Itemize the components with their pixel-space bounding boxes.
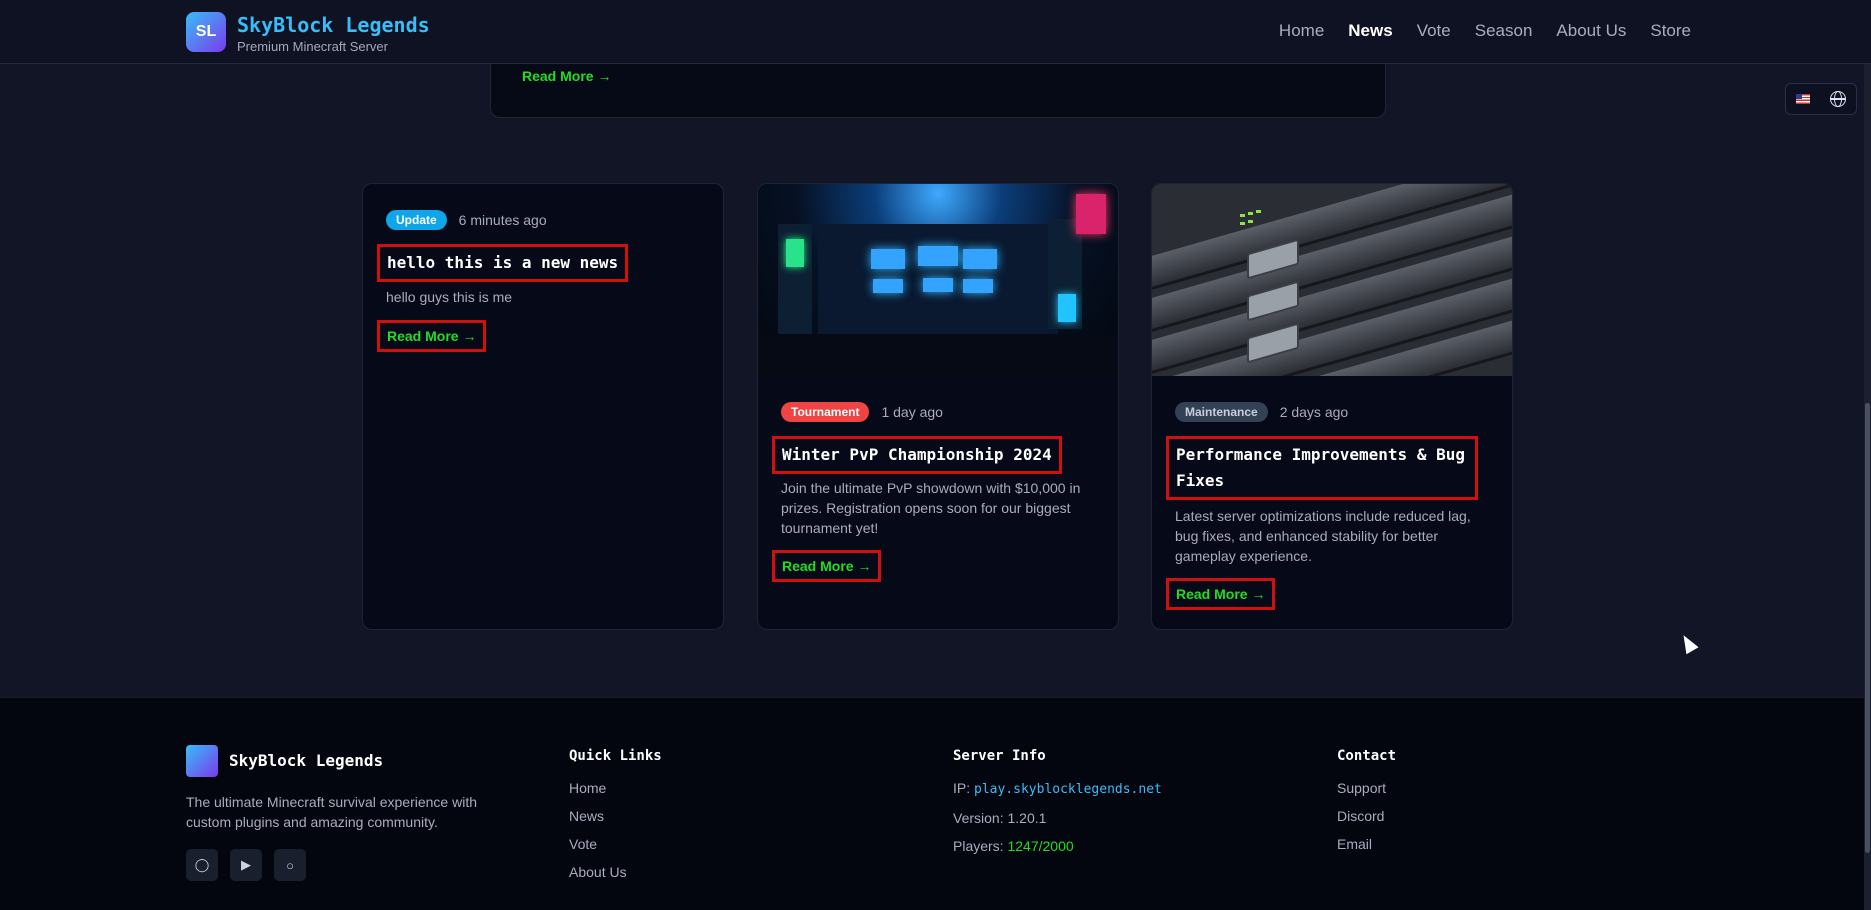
card-title[interactable]: hello this is a new news bbox=[377, 244, 629, 282]
scrollbar-thumb[interactable] bbox=[1865, 403, 1870, 853]
card-title[interactable]: Performance Improvements & Bug Fixes bbox=[1166, 436, 1478, 500]
footer-link-vote[interactable]: Vote bbox=[569, 835, 662, 853]
category-badge: Update bbox=[386, 210, 447, 230]
server-ip-label: IP: bbox=[953, 780, 971, 796]
footer-link-home[interactable]: Home bbox=[569, 779, 662, 797]
news-card-tournament: Tournament 1 day ago Winter PvP Champion… bbox=[757, 183, 1119, 630]
card-description: Join the ultimate PvP showdown with $10,… bbox=[781, 480, 1081, 536]
nav-news[interactable]: News bbox=[1348, 21, 1392, 41]
category-badge: Maintenance bbox=[1175, 402, 1268, 422]
nav-about-us[interactable]: About Us bbox=[1556, 21, 1626, 41]
youtube-icon[interactable]: ▶ bbox=[230, 849, 262, 881]
footer-link-news[interactable]: News bbox=[569, 807, 662, 825]
card-time: 2 days ago bbox=[1279, 404, 1349, 420]
footer-server-info: Server Info IP: play.skyblocklegends.net… bbox=[953, 748, 1162, 865]
quick-links-heading: Quick Links bbox=[569, 748, 662, 764]
flag-us-icon[interactable] bbox=[1796, 94, 1810, 104]
nav-home[interactable]: Home bbox=[1279, 21, 1324, 41]
main-nav: Home News Vote Season About Us Store bbox=[1279, 21, 1691, 41]
chat-icon[interactable]: ◯ bbox=[186, 849, 218, 881]
globe-icon[interactable] bbox=[1830, 91, 1846, 107]
logo-badge[interactable]: SL bbox=[186, 12, 226, 52]
server-rack-image bbox=[1152, 184, 1512, 376]
server-ip[interactable]: play.skyblocklegends.net bbox=[974, 782, 1162, 797]
card-title[interactable]: Winter PvP Championship 2024 bbox=[772, 436, 1062, 474]
brand-title[interactable]: SkyBlock Legends bbox=[237, 13, 430, 37]
card-time: 6 minutes ago bbox=[458, 212, 547, 228]
card-meta: Tournament 1 day ago bbox=[781, 402, 943, 422]
server-info-heading: Server Info bbox=[953, 748, 1046, 764]
read-more-link[interactable]: Read More → bbox=[772, 550, 882, 582]
github-icon[interactable]: ○ bbox=[274, 849, 306, 881]
read-more-link[interactable]: Read More → bbox=[1166, 578, 1276, 610]
featured-read-more-link[interactable]: Read More → bbox=[522, 68, 611, 84]
card-meta: Maintenance 2 days ago bbox=[1175, 402, 1348, 422]
footer-link-about-us[interactable]: About Us bbox=[569, 863, 662, 881]
nav-store[interactable]: Store bbox=[1650, 21, 1691, 41]
news-card-update: Update 6 minutes ago hello this is a new… bbox=[362, 183, 724, 630]
players-count: 1247/2000 bbox=[1007, 838, 1074, 854]
footer-logo bbox=[186, 745, 218, 777]
footer-about: The ultimate Minecraft survival experien… bbox=[186, 794, 478, 830]
locale-switcher bbox=[1785, 83, 1857, 115]
site-footer: SkyBlock Legends The ultimate Minecraft … bbox=[0, 697, 1864, 910]
nav-season[interactable]: Season bbox=[1475, 21, 1533, 41]
contact-discord[interactable]: Discord bbox=[1337, 807, 1396, 825]
social-links: ◯ ▶ ○ bbox=[186, 849, 306, 881]
category-badge: Tournament bbox=[781, 402, 870, 422]
server-players-row: Players: 1247/2000 bbox=[953, 837, 1162, 855]
contact-heading: Contact bbox=[1337, 748, 1397, 764]
card-meta: Update 6 minutes ago bbox=[386, 210, 547, 230]
brand-subtitle: Premium Minecraft Server bbox=[237, 39, 388, 54]
footer-brand: SkyBlock Legends bbox=[229, 751, 384, 770]
footer-contact: Contact Support Discord Email bbox=[1337, 748, 1396, 863]
card-description: Latest server optimizations include redu… bbox=[1175, 508, 1471, 564]
server-version: Version: 1.20.1 bbox=[953, 810, 1047, 826]
mouse-cursor-icon bbox=[1677, 631, 1699, 655]
contact-support[interactable]: Support bbox=[1337, 779, 1396, 797]
card-time: 1 day ago bbox=[881, 404, 943, 420]
footer-quick-links: Quick Links Home News Vote About Us bbox=[569, 748, 662, 891]
card-description: hello guys this is me bbox=[386, 289, 513, 305]
arcade-image bbox=[758, 184, 1118, 376]
site-header: SL SkyBlock Legends Premium Minecraft Se… bbox=[0, 0, 1871, 64]
read-more-link[interactable]: Read More → bbox=[377, 320, 487, 352]
players-label: Players: bbox=[953, 838, 1004, 854]
nav-vote[interactable]: Vote bbox=[1417, 21, 1451, 41]
contact-email[interactable]: Email bbox=[1337, 835, 1396, 853]
page-scrollbar[interactable] bbox=[1864, 0, 1871, 910]
news-card-maintenance: Maintenance 2 days ago Performance Impro… bbox=[1151, 183, 1513, 630]
server-ip-row: IP: play.skyblocklegends.net bbox=[953, 779, 1162, 799]
